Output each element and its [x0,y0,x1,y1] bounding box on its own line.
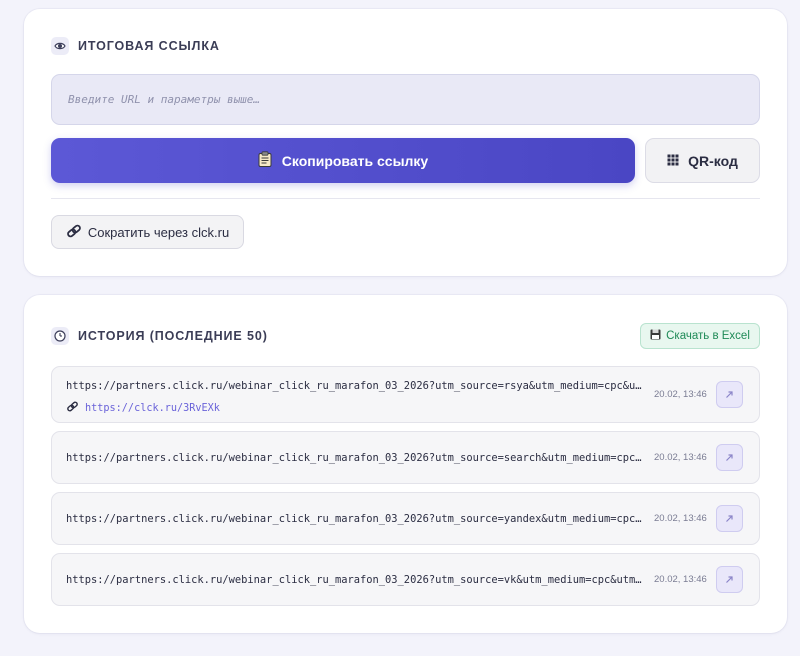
history-item-url: https://partners.click.ru/webinar_click_… [66,452,644,464]
qr-code-label: QR-код [688,152,738,169]
qr-code-button[interactable]: QR-код [645,138,760,183]
history-item-date: 20.02, 13:46 [654,574,707,585]
link-icon [66,399,79,417]
eye-icon [51,37,69,55]
download-excel-button[interactable]: Скачать в Excel [640,323,760,349]
history-item-date: 20.02, 13:46 [654,452,707,463]
result-card: Итоговая ссылка Скопировать ссылку Q [24,9,787,276]
clipboard-icon [258,151,272,170]
copy-link-label: Скопировать ссылку [281,152,429,169]
open-link-button[interactable] [716,505,743,532]
history-card: История (последние 50) Скачать в Excel h… [24,295,787,633]
result-section-header: Итоговая ссылка [51,37,220,55]
qr-grid-icon [667,153,679,169]
history-item[interactable]: https://partners.click.ru/webinar_click_… [51,553,760,606]
result-title: Итоговая ссылка [78,39,220,53]
history-item[interactable]: https://partners.click.ru/webinar_click_… [51,366,760,423]
shorten-link-button[interactable]: Сократить через clck.ru [51,215,244,249]
clock-icon [51,327,69,345]
history-item[interactable]: https://partners.click.ru/webinar_click_… [51,431,760,484]
history-item[interactable]: https://partners.click.ru/webinar_click_… [51,492,760,545]
shorten-link-label: Сократить через clck.ru [87,224,230,240]
floppy-icon [650,329,661,343]
link-icon [66,224,82,241]
arrow-up-right-icon [725,449,734,467]
download-excel-label: Скачать в Excel [666,330,750,342]
divider [51,198,760,199]
history-title: История (последние 50) [78,329,268,343]
short-link[interactable]: https://clck.ru/3RvEXk [85,403,220,414]
history-list: https://partners.click.ru/webinar_click_… [51,366,760,614]
arrow-up-right-icon [725,386,734,404]
history-item-date: 20.02, 13:46 [654,513,707,524]
open-link-button[interactable] [716,381,743,408]
history-item-date: 20.02, 13:46 [654,389,707,400]
history-item-url: https://partners.click.ru/webinar_click_… [66,574,644,586]
arrow-up-right-icon [725,571,734,589]
history-item-short: https://clck.ru/3RvEXk [66,399,220,417]
history-item-url: https://partners.click.ru/webinar_click_… [66,380,644,392]
history-item-url: https://partners.click.ru/webinar_click_… [66,513,644,525]
arrow-up-right-icon [725,510,734,528]
history-section-header: История (последние 50) [51,327,268,345]
open-link-button[interactable] [716,444,743,471]
result-url-field[interactable] [51,74,760,125]
copy-link-button[interactable]: Скопировать ссылку [51,138,635,183]
open-link-button[interactable] [716,566,743,593]
